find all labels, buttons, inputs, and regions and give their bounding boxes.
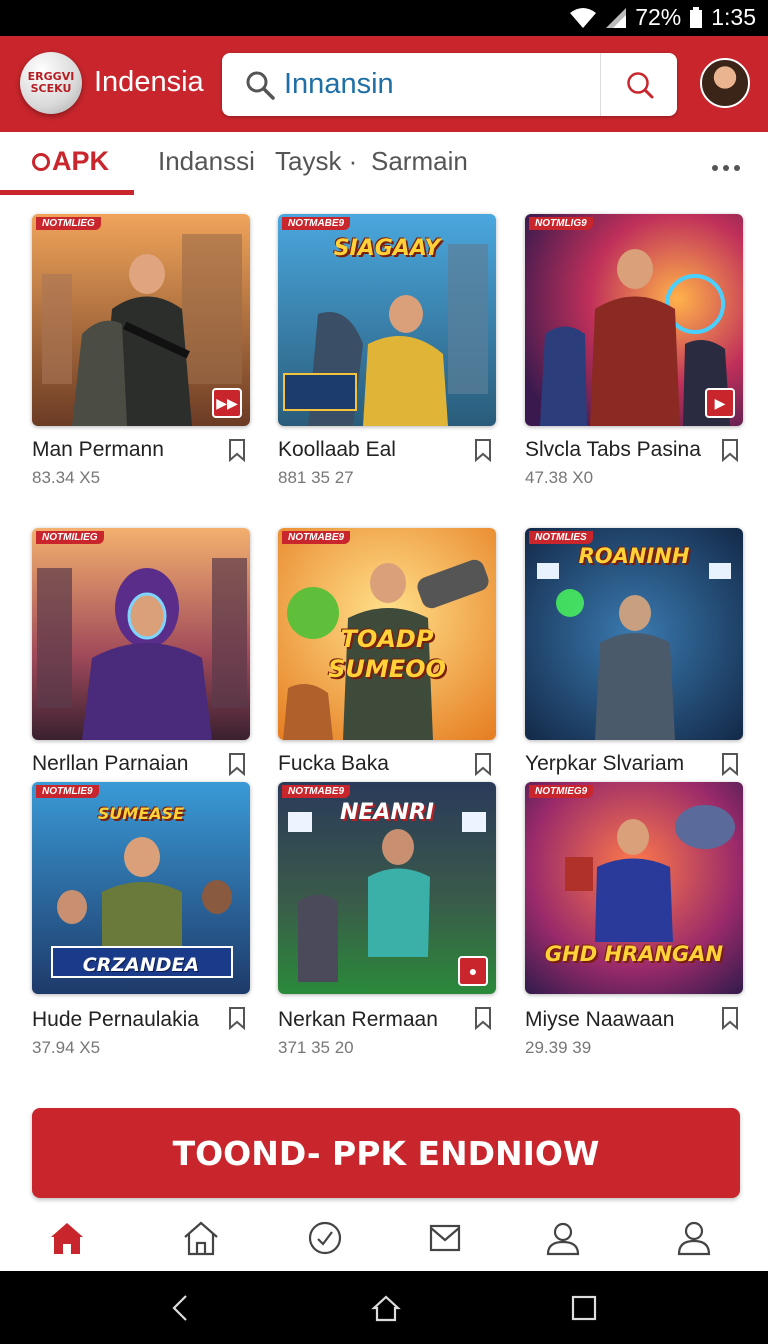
clock: 1:35 — [711, 4, 756, 30]
game-thumbnail[interactable]: GHD HRANGAN NOTMIEG9 — [525, 782, 743, 994]
game-thumbnail[interactable]: TOADP SUMEOO NOTMABE9 — [278, 528, 496, 740]
signal-icon — [606, 7, 627, 28]
game-thumbnail[interactable]: NOTMILIEG — [32, 528, 250, 740]
search-input[interactable] — [284, 65, 584, 103]
thumbnail-banner-top: SUMEASE — [97, 804, 185, 823]
game-title[interactable]: Fucka Baka — [278, 752, 389, 776]
home-filled-icon[interactable] — [47, 1218, 87, 1258]
download-button[interactable]: TOOND- PPK ENDNIOW — [32, 1108, 740, 1198]
game-thumbnail[interactable]: NOTMLIG9 ▶ — [525, 214, 743, 426]
thumbnail-tag: NOTMLIEG — [36, 217, 101, 230]
game-meta: 371 35 20 — [278, 1038, 354, 1057]
profile-icon[interactable] — [543, 1218, 583, 1258]
bookmark-icon[interactable] — [474, 1006, 492, 1030]
thumbnail-tag: NOTMABE9 — [282, 785, 351, 798]
check-circle-icon[interactable] — [305, 1218, 345, 1258]
battery-percent: 72% — [635, 4, 682, 30]
thumbnail-tag: NOTMLIG9 — [529, 217, 593, 230]
search-divider — [600, 53, 601, 116]
status-bar: 72% 1:35 — [0, 0, 768, 36]
game-meta: 37.94 X5 — [32, 1038, 101, 1057]
game-title[interactable]: Yerpkar Slvariam — [525, 752, 684, 776]
home-system-icon[interactable] — [371, 1293, 401, 1323]
search-button[interactable] — [602, 53, 677, 116]
bottom-navigation — [0, 1208, 768, 1270]
thumbnail-banner: SIAGAAY — [333, 236, 441, 261]
game-meta: 881 35 27 — [278, 468, 354, 487]
thumbnail-banner: GHD HRANGAN — [544, 942, 724, 966]
back-icon[interactable] — [166, 1293, 196, 1323]
thumbnail-tag: NOTMABE9 — [282, 217, 351, 230]
bookmark-icon[interactable] — [228, 752, 246, 776]
profile-badge-icon: ● — [458, 956, 488, 986]
recents-icon[interactable] — [569, 1293, 599, 1323]
bookmark-icon[interactable] — [228, 1006, 246, 1030]
app-logo[interactable]: ERGGVI SCEKU — [20, 52, 82, 114]
play-badge-icon: ▶ — [705, 388, 735, 418]
thumbnail-banner: CRZANDEA — [82, 954, 200, 976]
game-title[interactable]: Man Permann — [32, 438, 164, 462]
game-meta: 83.34 X5 — [32, 468, 101, 487]
game-thumbnail[interactable]: ROANINH NOTMLIES — [525, 528, 743, 740]
game-thumbnail[interactable]: NEANRI NOTMABE9 ● — [278, 782, 496, 994]
game-title[interactable]: Hude Pernaulakia — [32, 1008, 199, 1032]
tab-taysk[interactable]: Taysk · — [275, 146, 357, 177]
game-title[interactable]: Slvcla Tabs Pasina — [525, 438, 701, 462]
system-navigation-bar — [0, 1271, 768, 1344]
status-indicators: 72% 1:35 — [569, 4, 756, 31]
game-title[interactable]: Koollaab Eal — [278, 438, 396, 462]
thumbnail-tag: NOTMLIES — [529, 531, 593, 544]
game-thumbnail[interactable]: NOTMLIEG ▶▶ — [32, 214, 250, 426]
game-title[interactable]: Nerllan Parnaian — [32, 752, 188, 776]
thumbnail-banner: TOADP SUMEOO — [328, 625, 446, 683]
home-outline-icon[interactable] — [181, 1218, 221, 1258]
game-title[interactable]: Nerkan Rermaan — [278, 1008, 438, 1032]
bookmark-icon[interactable] — [721, 1006, 739, 1030]
search-submit-icon — [626, 71, 653, 98]
thumbnail-banner: ROANINH — [578, 544, 690, 568]
tab-sarmain[interactable]: Sarmain — [371, 146, 468, 177]
category-tabs: APK Indanssi Taysk · Sarmain — [0, 132, 768, 195]
app-header: ERGGVI SCEKU Indensia — [0, 36, 768, 132]
game-thumbnail[interactable]: SUMEASE CRZANDEA NOTMLIE9 — [32, 782, 250, 994]
bookmark-icon[interactable] — [721, 752, 739, 776]
bookmark-icon[interactable] — [721, 438, 739, 462]
thumbnail-banner: NEANRI — [339, 800, 434, 825]
wifi-icon — [570, 7, 597, 28]
play-badge-icon: ▶▶ — [212, 388, 242, 418]
thumbnail-tag: NOTMLIE9 — [36, 785, 99, 798]
bookmark-icon[interactable] — [474, 752, 492, 776]
game-meta: 47.38 X0 — [525, 468, 594, 487]
user-avatar[interactable] — [700, 58, 750, 108]
thumbnail-tag: NOTMILIEG — [36, 531, 104, 544]
more-options-icon[interactable] — [712, 158, 745, 176]
tab-indanssi[interactable]: Indanssi — [158, 146, 255, 177]
brand-name: Indensia — [94, 66, 204, 98]
battery-icon — [690, 6, 703, 28]
search-bar[interactable] — [222, 53, 677, 116]
mail-icon[interactable] — [425, 1218, 465, 1258]
game-title[interactable]: Miyse Naawaan — [525, 1008, 674, 1032]
game-meta: 29.39 39 — [525, 1038, 592, 1057]
thumbnail-tag: NOTMABE9 — [282, 531, 351, 544]
apk-logo-icon — [32, 153, 50, 171]
search-icon — [246, 71, 275, 100]
tab-apk[interactable]: APK — [32, 146, 109, 177]
game-thumbnail[interactable]: SIAGAAY NOTMABE9 — [278, 214, 496, 426]
account-icon[interactable] — [674, 1218, 714, 1258]
bookmark-icon[interactable] — [228, 438, 246, 462]
thumbnail-tag: NOTMIEG9 — [529, 785, 594, 798]
active-tab-indicator — [0, 190, 134, 195]
bookmark-icon[interactable] — [474, 438, 492, 462]
